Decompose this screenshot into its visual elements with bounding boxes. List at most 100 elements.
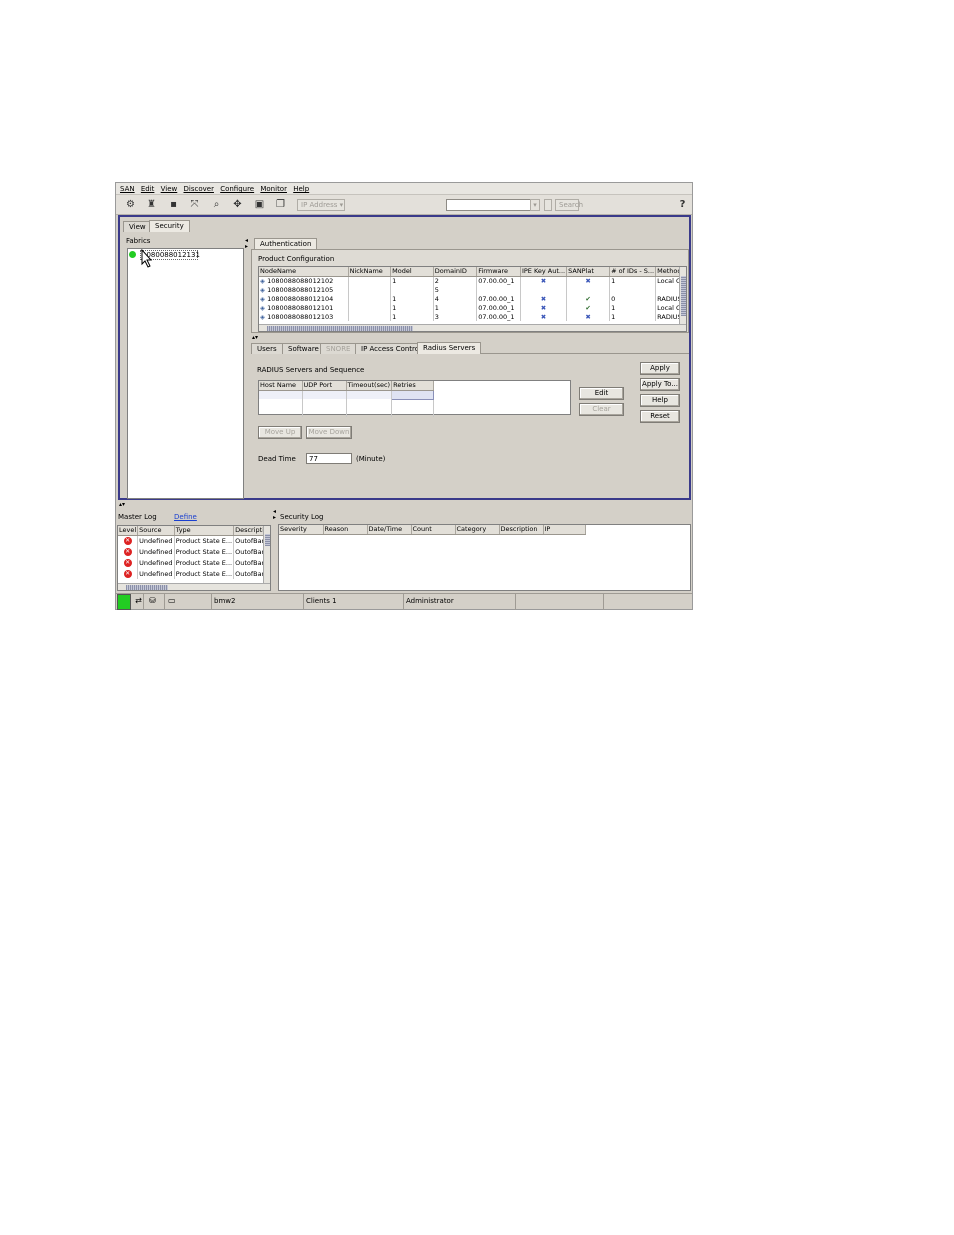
vscroll-thumb[interactable] — [265, 534, 270, 546]
camera-icon[interactable]: ▣ — [253, 199, 266, 211]
copy-icon[interactable]: ❐ — [274, 199, 287, 211]
table-cell: 1 — [609, 276, 657, 285]
level-cell: ✕ — [118, 546, 139, 557]
dead-time-unit: (Minute) — [356, 455, 386, 463]
log-splitter-arrows[interactable]: ▴▾ — [119, 501, 125, 508]
table-cell — [348, 312, 392, 321]
tab-authentication[interactable]: Authentication — [254, 238, 318, 249]
network-icon: ⇄ — [132, 594, 144, 610]
tab-users[interactable]: Users — [251, 343, 283, 354]
server-name: bmw2 — [212, 594, 304, 610]
col-description[interactable]: Description — [499, 525, 544, 535]
apply-button[interactable]: Apply — [640, 362, 680, 375]
col-reason[interactable]: Reason — [323, 525, 368, 535]
product-table-hscroll[interactable] — [259, 324, 686, 331]
table-cell: 5 — [433, 285, 478, 294]
log-collapse-arrows[interactable]: ◂ ▸ — [273, 509, 276, 521]
table-row[interactable] — [259, 389, 435, 400]
product-col-4[interactable]: Firmware — [476, 267, 521, 277]
zoning-icon[interactable]: ♜ — [145, 199, 158, 211]
collapse-arrows[interactable]: ◂ ▸ — [245, 238, 248, 250]
help-button[interactable]: Help — [640, 394, 680, 407]
tab-security[interactable]: Security — [149, 220, 190, 232]
menu-configure[interactable]: Configure — [218, 183, 256, 195]
table-row[interactable]: ◈ 1080088088012104 1 4 07.00.00_1 ✖ ✔ 0 RADIUS — [259, 294, 686, 303]
move-icon[interactable]: ✥ — [231, 199, 244, 211]
col-severity[interactable]: Severity — [279, 525, 324, 535]
clear-button[interactable]: Clear — [579, 403, 624, 416]
search-dropdown-arrow[interactable]: ▾ — [530, 199, 540, 211]
table-row[interactable]: ◈ 1080088088012102 1 2 07.00.00_1 ✖ ✖ 1 Local O — [259, 276, 686, 285]
hscroll-thumb[interactable] — [267, 326, 413, 331]
col-type[interactable]: Type — [174, 526, 235, 536]
col-ip[interactable]: IP — [543, 525, 586, 535]
clients-count: Clients 1 — [304, 594, 404, 610]
vscroll-thumb[interactable] — [681, 276, 686, 316]
table-cell: 2 — [433, 276, 478, 285]
menu-discover[interactable]: Discover — [182, 183, 216, 195]
tab-snore[interactable]: SNORE — [320, 343, 357, 354]
table-cell: 07.00.00_1 — [476, 303, 521, 312]
menu-monitor[interactable]: Monitor — [258, 183, 289, 195]
master-log-vscroll[interactable] — [263, 526, 270, 584]
product-col-1[interactable]: NickName — [348, 267, 392, 277]
master-log-hscroll[interactable] — [118, 583, 270, 590]
tab-view[interactable]: View — [123, 221, 152, 232]
product-col-0[interactable]: NodeName — [259, 267, 349, 277]
col-count[interactable]: Count — [411, 525, 456, 535]
col-retries[interactable]: Retries — [391, 381, 435, 391]
product-col-5[interactable]: IPE Key Aut... — [520, 267, 568, 277]
menu-edit[interactable]: Edit — [139, 183, 157, 195]
apply-to-button[interactable]: Apply To... — [640, 378, 680, 391]
error-icon: ✕ — [123, 537, 132, 546]
product-col-3[interactable]: DomainID — [433, 267, 478, 277]
topology-icon[interactable]: ⤧ — [188, 199, 201, 211]
table-row[interactable]: ✕ Undefined Product State E... OutofBan — [118, 535, 270, 546]
move-up-button[interactable]: Move Up — [258, 426, 302, 439]
zoom-icon[interactable]: ⌕ — [210, 199, 223, 211]
search-button[interactable]: Search — [555, 199, 583, 211]
device-icon[interactable]: ▪ — [167, 199, 180, 211]
discover-icon[interactable]: ⚙ — [124, 199, 137, 211]
col-date-time[interactable]: Date/Time — [367, 525, 412, 535]
col-category[interactable]: Category — [455, 525, 500, 535]
col-timeout[interactable]: Timeout(sec) — [346, 381, 393, 391]
table-cell: 07.00.00_1 — [476, 276, 521, 285]
product-col-2[interactable]: Model — [390, 267, 434, 277]
hscroll-thumb[interactable] — [126, 585, 168, 590]
help-icon[interactable]: ? — [676, 199, 689, 211]
define-link[interactable]: Define — [174, 513, 197, 521]
col-host-name[interactable]: Host Name — [259, 381, 303, 391]
menu-view[interactable]: View — [159, 183, 180, 195]
splitter-arrows[interactable]: ▴▾ — [252, 334, 258, 341]
reset-button[interactable]: Reset — [640, 410, 680, 423]
ip-address-dropdown[interactable]: IP Address ▾ — [297, 199, 345, 211]
search-input[interactable] — [446, 199, 540, 211]
col-udp-port[interactable]: UDP Port — [302, 381, 347, 391]
product-col-7[interactable]: # of IDs - S... — [609, 267, 657, 277]
table-row[interactable] — [259, 408, 435, 417]
dead-time-input[interactable] — [306, 453, 352, 464]
table-row[interactable]: ◈ 1080088088012103 1 3 07.00.00_1 ✖ ✖ 1 RADIUS — [259, 312, 686, 321]
edit-button[interactable]: Edit — [579, 387, 624, 400]
product-col-6[interactable]: SANPlat — [566, 267, 611, 277]
tab-radius-servers[interactable]: Radius Servers — [417, 342, 482, 354]
table-row[interactable]: ◈ 1080088088012101 1 1 07.00.00_1 ✖ ✔ 1 Local O — [259, 303, 686, 312]
fabrics-tree: 1080088012131 — [127, 248, 244, 499]
search-spinner[interactable] — [544, 199, 552, 211]
radius-table: Host Name UDP Port Timeout(sec) Retries — [259, 381, 435, 417]
table-row[interactable] — [259, 399, 435, 408]
menu-san[interactable]: SAN — [118, 183, 137, 195]
col-level[interactable]: Level — [118, 526, 139, 536]
menu-help[interactable]: Help — [291, 183, 311, 195]
tab-software[interactable]: Software — [282, 343, 325, 354]
move-down-button[interactable]: Move Down — [306, 426, 352, 439]
col-source[interactable]: Source — [137, 526, 175, 536]
table-row[interactable]: ✕ Undefined Product State E... OutofBan — [118, 546, 270, 557]
table-cell: 0 — [609, 294, 657, 303]
table-row[interactable]: ✕ Undefined Product State E... OutofBan — [118, 557, 270, 568]
product-table-vscroll[interactable] — [679, 267, 686, 325]
table-row[interactable]: ◈ 1080088088012105 5 — [259, 285, 686, 294]
level-cell: ✕ — [118, 568, 139, 579]
table-row[interactable]: ✕ Undefined Product State E... OutofBan — [118, 568, 270, 579]
